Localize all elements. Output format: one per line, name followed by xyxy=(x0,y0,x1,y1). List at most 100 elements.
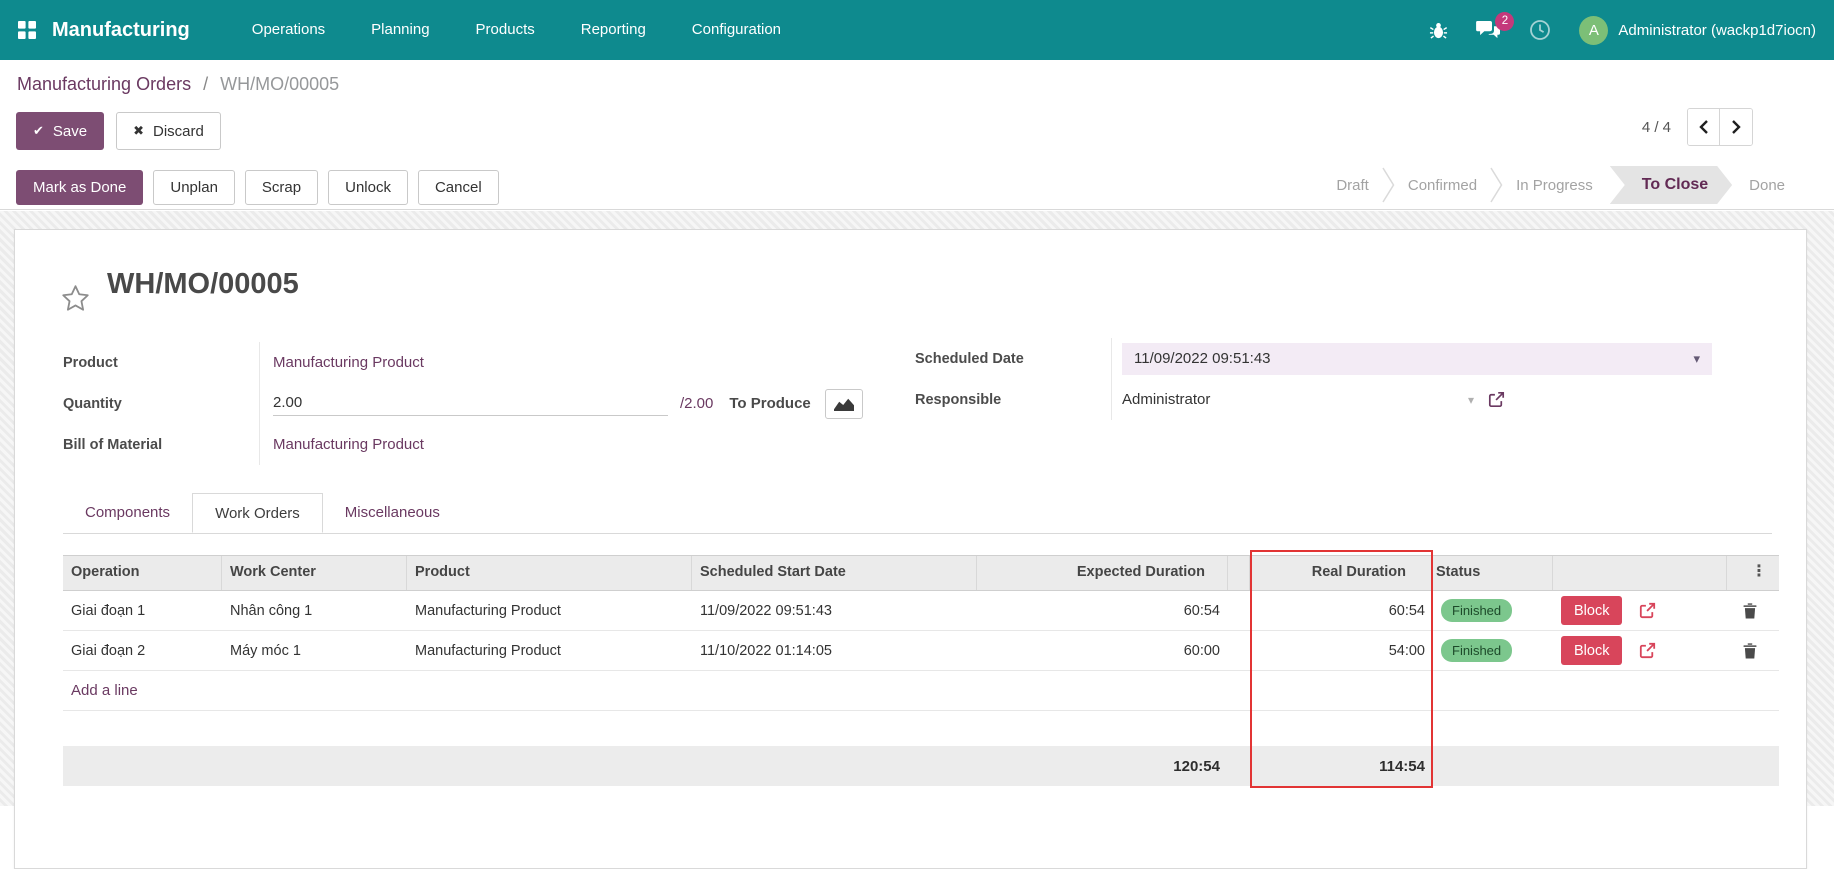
table-footer-row: 120:54 114:54 xyxy=(63,746,1779,786)
control-panel: Manufacturing Orders / WH/MO/00005 ✔ Sav… xyxy=(0,60,1834,210)
favorite-star-icon[interactable] xyxy=(60,283,91,319)
breadcrumb: Manufacturing Orders / WH/MO/00005 xyxy=(17,74,339,95)
app-title[interactable]: Manufacturing xyxy=(52,19,190,42)
tab-miscellaneous[interactable]: Miscellaneous xyxy=(323,493,462,533)
column-header-actions xyxy=(1553,556,1727,590)
menu-planning[interactable]: Planning xyxy=(371,0,429,60)
delete-row-button[interactable] xyxy=(1735,603,1779,619)
status-step-done[interactable]: Done xyxy=(1736,177,1798,194)
save-button[interactable]: ✔ Save xyxy=(16,112,104,150)
quantity-label: Quantity xyxy=(63,396,122,412)
quantity-total: /2.00 xyxy=(680,395,713,412)
status-pipeline: Draft Confirmed In Progress To Close Don… xyxy=(1323,166,1798,204)
cell-expected-duration: 60:54 xyxy=(977,603,1228,619)
mark-as-done-button[interactable]: Mark as Done xyxy=(16,170,143,205)
column-header-operation[interactable]: Operation xyxy=(63,556,222,590)
scheduled-date-input[interactable]: 11/09/2022 09:51:43 ▾ xyxy=(1122,343,1712,375)
status-step-draft[interactable]: Draft xyxy=(1323,177,1382,194)
cell-operation: Giai đoạn 2 xyxy=(63,643,222,659)
forecast-chart-button[interactable] xyxy=(825,389,863,419)
menu-reporting[interactable]: Reporting xyxy=(581,0,646,60)
notebook-tabs: Components Work Orders Miscellaneous xyxy=(63,493,1772,534)
column-header-expected-duration[interactable]: Expected Duration xyxy=(977,556,1228,590)
cell-scheduled-start: 11/09/2022 09:51:43 xyxy=(692,603,977,619)
chevron-left-icon xyxy=(1699,120,1709,134)
cancel-button[interactable]: Cancel xyxy=(418,170,499,205)
cell-real-duration: 60:54 xyxy=(1250,603,1433,619)
discard-button[interactable]: ✖ Discard xyxy=(116,112,221,150)
cell-expected-duration: 60:00 xyxy=(977,643,1228,659)
main-menu: Operations Planning Products Reporting C… xyxy=(252,0,781,60)
unplan-button[interactable]: Unplan xyxy=(153,170,235,205)
breadcrumb-separator: / xyxy=(203,74,208,94)
chevron-down-icon: ▾ xyxy=(1468,393,1474,407)
menu-configuration[interactable]: Configuration xyxy=(692,0,781,60)
block-button[interactable]: Block xyxy=(1561,636,1622,665)
apps-menu-icon[interactable] xyxy=(18,21,36,39)
cell-operation: Giai đoạn 1 xyxy=(63,603,222,619)
breadcrumb-manufacturing-orders[interactable]: Manufacturing Orders xyxy=(17,74,191,94)
activities-clock-icon[interactable] xyxy=(1529,19,1551,41)
quantity-input[interactable] xyxy=(273,392,668,416)
open-work-order-button[interactable] xyxy=(1639,642,1656,659)
column-header-spacer xyxy=(1228,556,1250,590)
avatar: A xyxy=(1579,16,1608,45)
messages-count-badge: 2 xyxy=(1495,12,1514,31)
external-link-icon xyxy=(1639,642,1656,659)
column-header-scheduled-start-date[interactable]: Scheduled Start Date xyxy=(692,556,977,590)
messages-icon[interactable]: 2 xyxy=(1476,20,1501,41)
tab-work-orders-active[interactable]: Work Orders xyxy=(192,493,323,533)
scrap-button[interactable]: Scrap xyxy=(245,170,318,205)
delete-row-button[interactable] xyxy=(1735,643,1779,659)
total-real-duration: 114:54 xyxy=(1250,758,1433,775)
field-group-left: Product Quantity Bill of Material Manufa… xyxy=(63,342,863,465)
table-row[interactable]: Giai đoạn 1 Nhân công 1 Manufacturing Pr… xyxy=(63,591,1779,631)
cell-real-duration: 54:00 xyxy=(1250,643,1433,659)
user-menu[interactable]: A Administrator (wackp1d7iocn) xyxy=(1579,16,1816,45)
cell-scheduled-start: 11/10/2022 01:14:05 xyxy=(692,643,977,659)
column-header-real-duration[interactable]: Real Duration xyxy=(1250,556,1433,590)
trash-icon xyxy=(1743,603,1757,619)
pager-previous-button[interactable] xyxy=(1688,109,1720,145)
cell-work-center: Máy móc 1 xyxy=(222,643,407,659)
external-link-icon xyxy=(1639,602,1656,619)
content-background: WH/MO/00005 Product Quantity Bill of Mat… xyxy=(0,211,1834,806)
pager-count: 4 / 4 xyxy=(1642,119,1671,136)
chevron-down-icon: ▾ xyxy=(1693,351,1700,367)
scheduled-date-label: Scheduled Date xyxy=(915,351,1024,367)
area-chart-icon xyxy=(833,396,855,412)
block-button[interactable]: Block xyxy=(1561,596,1622,625)
menu-products[interactable]: Products xyxy=(476,0,535,60)
bill-of-material-value-link[interactable]: Manufacturing Product xyxy=(273,436,424,453)
optional-columns-toggle[interactable]: ⋮ xyxy=(1727,556,1779,590)
status-step-in-progress[interactable]: In Progress xyxy=(1503,177,1606,194)
top-navbar: Manufacturing Operations Planning Produc… xyxy=(0,0,1834,60)
column-header-work-center[interactable]: Work Center xyxy=(222,556,407,590)
status-step-to-close-active[interactable]: To Close xyxy=(1610,166,1732,204)
responsible-value: Administrator xyxy=(1122,391,1210,408)
tab-components[interactable]: Components xyxy=(63,493,192,533)
column-header-product[interactable]: Product xyxy=(407,556,692,590)
responsible-external-link-button[interactable] xyxy=(1488,391,1505,408)
column-header-status[interactable]: Status xyxy=(1433,556,1553,590)
cell-product: Manufacturing Product xyxy=(407,643,692,659)
cell-status: Finished xyxy=(1433,599,1553,622)
pager: 4 / 4 xyxy=(1642,108,1753,146)
status-step-confirmed[interactable]: Confirmed xyxy=(1395,177,1490,194)
open-work-order-button[interactable] xyxy=(1639,602,1656,619)
product-value-link[interactable]: Manufacturing Product xyxy=(273,354,424,371)
cell-work-center: Nhân công 1 xyxy=(222,603,407,619)
unlock-button[interactable]: Unlock xyxy=(328,170,408,205)
pager-next-button[interactable] xyxy=(1720,109,1752,145)
product-label: Product xyxy=(63,355,118,371)
responsible-label: Responsible xyxy=(915,392,1001,408)
bill-of-material-label: Bill of Material xyxy=(63,437,162,453)
menu-operations[interactable]: Operations xyxy=(252,0,325,60)
table-row[interactable]: Giai đoạn 2 Máy móc 1 Manufacturing Prod… xyxy=(63,631,1779,671)
responsible-input[interactable]: Administrator ▾ xyxy=(1122,391,1474,408)
chevron-right-icon xyxy=(1731,120,1741,134)
status-badge-finished: Finished xyxy=(1441,639,1512,662)
debug-bug-icon[interactable] xyxy=(1429,21,1448,40)
scheduled-date-value: 11/09/2022 09:51:43 xyxy=(1134,350,1271,367)
add-a-line-link[interactable]: Add a line xyxy=(71,682,138,699)
